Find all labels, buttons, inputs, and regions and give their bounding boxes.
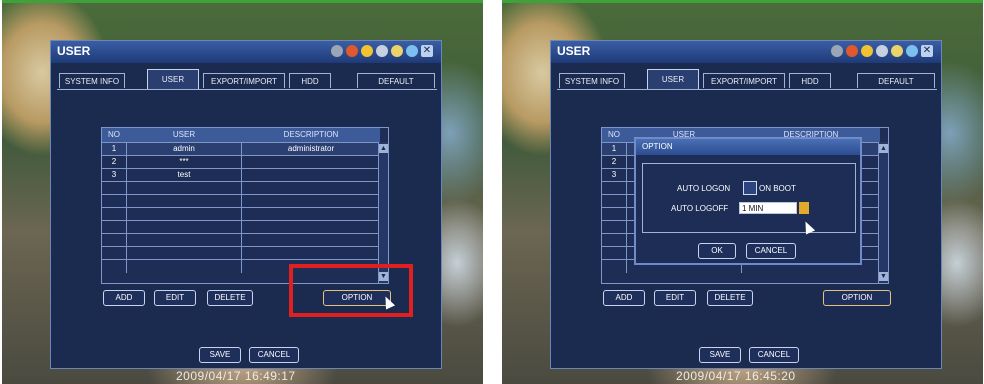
spinner-icon[interactable] <box>799 202 809 214</box>
save-button[interactable]: SAVE <box>199 347 241 363</box>
tab-system-info[interactable]: SYSTEM INFO <box>559 73 625 88</box>
dialog-title: OPTION <box>636 139 860 155</box>
wrench-icon[interactable] <box>876 45 888 57</box>
wrench-icon[interactable] <box>376 45 388 57</box>
delete-button[interactable]: DELETE <box>207 290 253 306</box>
option-dialog: OPTION AUTO LOGON ON BOOT AUTO LOGOFF 1 … <box>634 137 862 265</box>
scroll-down-icon[interactable]: ▼ <box>879 272 888 281</box>
auto-logon-label: AUTO LOGON <box>677 184 731 193</box>
tab-export-import[interactable]: EXPORT/IMPORT <box>703 73 785 88</box>
cancel-button[interactable]: CANCEL <box>249 347 299 363</box>
screenshot-right: USER ✕ SYSTEM INFO USER EXPORT/IMPORT HD… <box>502 0 983 384</box>
table-row[interactable]: 1 admin administrator <box>102 142 380 156</box>
tab-hdd[interactable]: HDD <box>289 73 331 88</box>
add-button[interactable]: ADD <box>603 290 645 306</box>
titlebar-icons: ✕ <box>831 45 933 57</box>
titlebar-icons: ✕ <box>331 45 433 57</box>
tab-default[interactable]: DEFAULT <box>857 73 935 88</box>
table-row[interactable]: 3 test <box>102 168 380 182</box>
scrollbar[interactable]: ▲ ▼ <box>378 142 388 283</box>
header-user: USER <box>172 130 196 139</box>
titlebar: USER ✕ <box>51 41 441 63</box>
tab-bar: SYSTEM INFO USER EXPORT/IMPORT HDD DEFAU… <box>57 69 437 90</box>
header-no: NO <box>608 130 620 139</box>
table-header: NO USER DESCRIPTION <box>102 128 380 142</box>
option-highlight-box <box>289 264 413 317</box>
scroll-up-icon[interactable]: ▲ <box>879 144 888 153</box>
record-icon[interactable] <box>346 45 358 57</box>
table-row[interactable] <box>102 181 380 195</box>
table-row[interactable] <box>102 233 380 247</box>
header-description: DESCRIPTION <box>283 130 339 139</box>
dialog-cancel-button[interactable]: CANCEL <box>746 243 796 259</box>
info-icon[interactable] <box>406 45 418 57</box>
cancel-button[interactable]: CANCEL <box>749 347 799 363</box>
titlebar: USER ✕ <box>551 41 941 63</box>
table-row[interactable] <box>102 194 380 208</box>
star-icon[interactable] <box>891 45 903 57</box>
table-row[interactable] <box>102 207 380 221</box>
tab-bar: SYSTEM INFO USER EXPORT/IMPORT HDD DEFAU… <box>557 69 937 90</box>
camera-icon[interactable] <box>331 45 343 57</box>
table-row[interactable] <box>102 220 380 234</box>
star-icon[interactable] <box>391 45 403 57</box>
edit-button[interactable]: EDIT <box>654 290 696 306</box>
auto-logoff-select[interactable]: 1 MIN <box>739 202 797 214</box>
record-icon[interactable] <box>846 45 858 57</box>
tab-user[interactable]: USER <box>147 69 199 89</box>
window-title: USER <box>57 44 91 58</box>
option-button[interactable]: OPTION <box>823 290 891 306</box>
tab-hdd[interactable]: HDD <box>789 73 831 88</box>
smile-icon[interactable] <box>361 45 373 57</box>
smile-icon[interactable] <box>861 45 873 57</box>
scrollbar[interactable]: ▲ ▼ <box>878 142 888 283</box>
tab-user[interactable]: USER <box>647 69 699 89</box>
info-icon[interactable] <box>906 45 918 57</box>
close-icon[interactable]: ✕ <box>921 45 933 57</box>
scroll-up-icon[interactable]: ▲ <box>379 144 388 153</box>
ok-button[interactable]: OK <box>698 243 736 259</box>
save-button[interactable]: SAVE <box>699 347 741 363</box>
table-row[interactable] <box>102 246 380 260</box>
user-window: USER ✕ SYSTEM INFO USER EXPORT/IMPORT HD… <box>50 40 442 369</box>
tab-system-info[interactable]: SYSTEM INFO <box>59 73 125 88</box>
header-no: NO <box>108 130 120 139</box>
auto-logoff-label: AUTO LOGOFF <box>671 204 729 213</box>
camera-icon[interactable] <box>831 45 843 57</box>
on-boot-checkbox[interactable] <box>743 181 757 195</box>
edit-button[interactable]: EDIT <box>154 290 196 306</box>
add-button[interactable]: ADD <box>103 290 145 306</box>
table-row[interactable]: 2 *** <box>102 155 380 169</box>
tab-default[interactable]: DEFAULT <box>357 73 435 88</box>
dialog-body: AUTO LOGON ON BOOT AUTO LOGOFF 1 MIN <box>642 163 856 233</box>
user-table: NO USER DESCRIPTION 1 admin administrato… <box>101 127 389 284</box>
close-icon[interactable]: ✕ <box>421 45 433 57</box>
screenshot-left: USER ✕ SYSTEM INFO USER EXPORT/IMPORT HD… <box>2 0 483 384</box>
tab-export-import[interactable]: EXPORT/IMPORT <box>203 73 285 88</box>
window-title: USER <box>557 44 591 58</box>
delete-button[interactable]: DELETE <box>707 290 753 306</box>
on-boot-label: ON BOOT <box>759 184 796 193</box>
